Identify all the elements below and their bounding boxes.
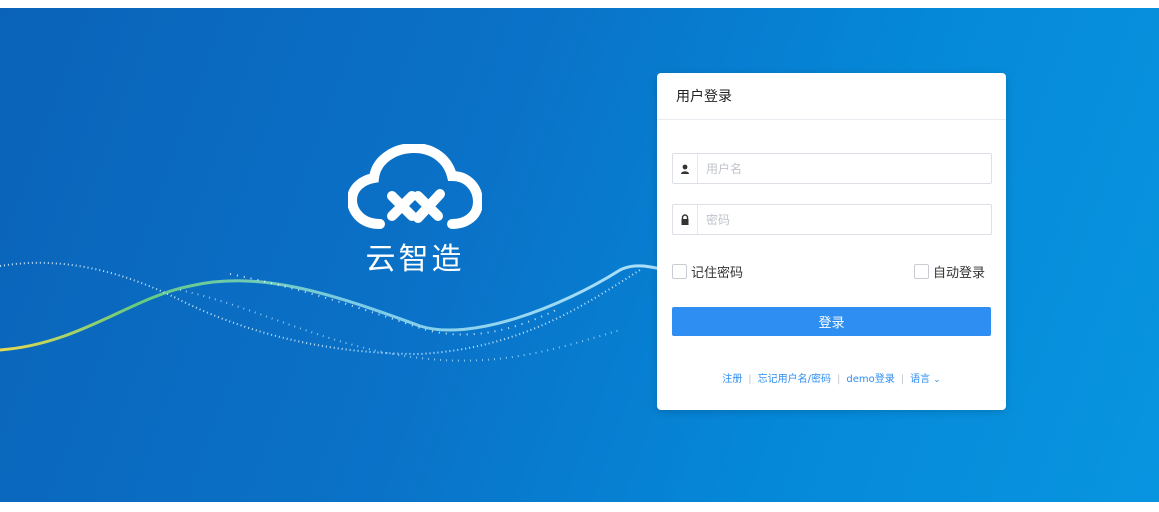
cloud-logo-icon [348,144,482,229]
password-field[interactable] [672,204,992,235]
auto-login-label: 自动登录 [933,266,986,281]
auto-login-checkbox[interactable] [914,264,929,279]
user-icon [673,154,698,183]
divider: | [900,374,905,385]
remember-checkbox[interactable] [672,264,687,279]
chevron-down-icon: ⌄ [933,375,941,385]
demo-login-link[interactable]: demo登录 [846,374,894,385]
remember-label: 记住密码 [691,266,744,281]
forgot-link[interactable]: 忘记用户名/密码 [758,374,831,385]
login-title: 用户登录 [657,73,1006,120]
language-label: 语言 [910,374,931,385]
brand-name: 云智造 [365,242,465,277]
divider: | [748,374,752,385]
lock-icon [673,205,698,234]
username-field[interactable] [672,153,992,184]
login-button[interactable]: 登录 [672,307,991,336]
password-input[interactable] [698,204,991,235]
username-input[interactable] [698,153,991,184]
footer-links: 注册 | 忘记用户名/密码 | demo登录 | 语言 ⌄ [657,370,1006,385]
register-link[interactable]: 注册 [722,374,742,385]
remember-password[interactable]: 记住密码 [672,262,743,281]
divider: | [837,374,841,385]
language-dropdown[interactable]: 语言 ⌄ [910,374,941,385]
auto-login[interactable]: 自动登录 [914,262,985,281]
brand-logo: 云智造 [345,144,485,278]
login-card: 用户登录 记住密码 自动登录 登录 注册 | 忘记用户名/密码 | demo登录 | 语言⌄ [657,73,1006,410]
